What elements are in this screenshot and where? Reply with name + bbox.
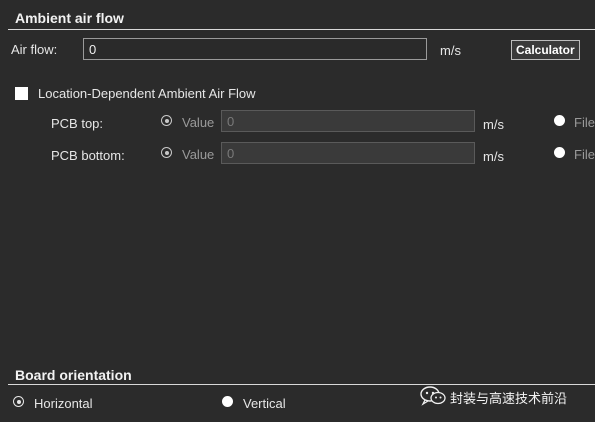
location-dependent-label: Location-Dependent Ambient Air Flow [38,86,256,101]
board-title-divider [8,384,595,385]
horizontal-radio[interactable] [13,396,24,407]
pcb-top-label: PCB top: [51,116,104,131]
wechat-icon [420,386,446,406]
air-flow-unit: m/s [440,43,461,58]
pcb-top-file-radio[interactable] [554,115,565,126]
pcb-bottom-label: PCB bottom: [51,148,125,163]
horizontal-label: Horizontal [34,396,93,411]
pcb-bottom-value-radio[interactable] [161,147,172,158]
pcb-bottom-unit: m/s [483,149,504,164]
pcb-top-value-option-label: Value [182,115,215,130]
vertical-label: Vertical [243,396,286,411]
pcb-top-value-input[interactable] [221,110,475,132]
ambient-air-flow-title: Ambient air flow [15,10,124,26]
calculator-button[interactable]: Calculator [511,40,580,60]
air-flow-input[interactable] [83,38,427,60]
vertical-radio[interactable] [222,396,233,407]
location-dependent-checkbox[interactable] [15,87,28,100]
pcb-bottom-value-input[interactable] [221,142,475,164]
pcb-top-file-option-label: File [574,115,595,130]
air-flow-label: Air flow: [11,42,58,57]
pcb-bottom-file-option-label: File [574,147,595,162]
pcb-bottom-value-option-label: Value [182,147,215,162]
ambient-title-divider [8,29,595,30]
watermark-text: 封装与高速技术前沿 [450,392,568,407]
pcb-top-value-radio[interactable] [161,115,172,126]
pcb-top-unit: m/s [483,117,504,132]
pcb-bottom-file-radio[interactable] [554,147,565,158]
board-orientation-title: Board orientation [15,367,132,383]
